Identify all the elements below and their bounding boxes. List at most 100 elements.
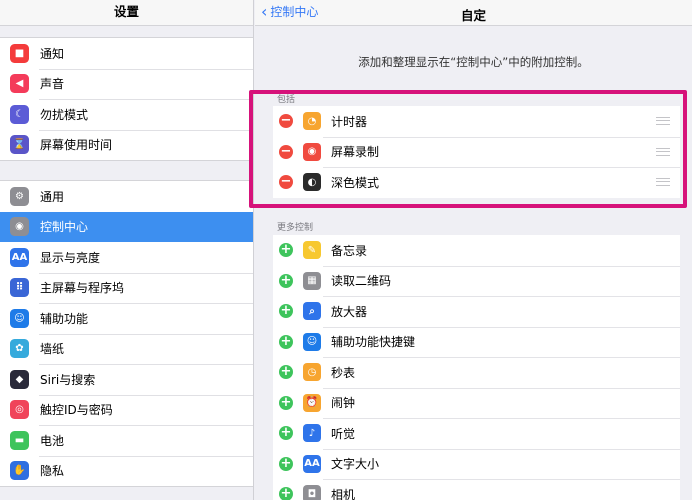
more-control-row: + AA 文字大小: [273, 448, 680, 480]
included-control-row: − ◔ 计时器: [273, 106, 680, 137]
wallpaper-icon: ✿: [10, 339, 29, 359]
sidebar-item-label: 电池: [40, 433, 65, 448]
control-label: 秒表: [331, 365, 356, 380]
hearing-icon: ♪: [303, 424, 321, 443]
add-button[interactable]: +: [279, 365, 293, 380]
sidebar-item[interactable]: ⌛ 屏幕使用时间: [0, 129, 253, 160]
remove-button[interactable]: −: [279, 114, 293, 129]
control-label: 读取二维码: [331, 274, 392, 289]
control-center-icon: ◉: [10, 217, 29, 237]
sidebar-group-2: ⚙ 通用 ◉ 控制中心 AA 显示与亮度 ⠿ 主屏幕与程序坞 ☺ 辅助功能 ✿ 墙纸 ◆ Siri与搜索 ◎…: [0, 180, 253, 487]
timer-icon: ◔: [303, 112, 321, 131]
reorder-handle-icon[interactable]: [656, 117, 670, 125]
included-controls: − ◔ 计时器 − ◉ 屏幕录制 − ◐ 深色模式: [273, 106, 680, 198]
remove-button[interactable]: −: [279, 144, 293, 159]
page-title: 自定: [460, 8, 486, 23]
sidebar-item-label: 主屏幕与程序坞: [40, 281, 125, 296]
more-control-row: + ⏰ 闹钟: [273, 387, 680, 419]
sidebar-item-label: 勿扰模式: [40, 107, 89, 122]
more-controls: + ✎ 备忘录 + ▦ 读取二维码 + ⌕ 放大器 + ☺ 辅助功能快捷键 + ◷ 秒表 + ⏰ 闹钟 + ♪ 听觉 + A…: [273, 235, 680, 500]
control-label: 放大器: [331, 304, 368, 319]
section-label-more: 更多控制: [277, 223, 314, 233]
siri-icon: ◆: [10, 369, 29, 389]
sidebar-item[interactable]: ◀ 声音: [0, 68, 253, 99]
sidebar-item-label: 通知: [40, 46, 65, 61]
sidebar-item-label: 隐私: [40, 464, 65, 479]
gear-icon: ⚙: [10, 186, 29, 206]
dark-mode-icon: ◐: [303, 173, 321, 192]
sidebar-item[interactable]: ⠿ 主屏幕与程序坞: [0, 272, 253, 303]
add-button[interactable]: +: [279, 395, 293, 410]
sidebar-title: 设置: [0, 0, 253, 26]
control-label: 听觉: [331, 426, 356, 441]
section-label-include: 包括: [277, 95, 296, 105]
text-size-icon: AA: [303, 454, 321, 473]
add-button[interactable]: +: [279, 456, 293, 471]
sidebar-item-label: 触控ID与密码: [40, 403, 113, 418]
display-icon: AA: [10, 247, 29, 267]
add-button[interactable]: +: [279, 334, 293, 349]
add-button[interactable]: +: [279, 426, 293, 441]
sidebar-item[interactable]: ◆ Siri与搜索: [0, 364, 253, 395]
sidebar-group-1: ■ 通知 ◀ 声音 ☾ 勿扰模式 ⌛ 屏幕使用时间: [0, 37, 253, 161]
sidebar-item[interactable]: ■ 通知: [0, 38, 253, 69]
sidebar-item[interactable]: ◎ 触控ID与密码: [0, 394, 253, 425]
add-button[interactable]: +: [279, 273, 293, 288]
accessibility-icon: ☺: [10, 308, 29, 328]
sidebar-item[interactable]: AA 显示与亮度: [0, 242, 253, 273]
hand-icon: ✋: [10, 461, 29, 481]
control-label: 备忘录: [331, 243, 368, 258]
settings-sidebar: 设置 ■ 通知 ◀ 声音 ☾ 勿扰模式 ⌛ 屏幕使用时间 ⚙ 通用 ◉ 控制中心 AA 显示与亮度 ⠿ 主屏…: [0, 0, 254, 500]
more-control-row: + ▦ 读取二维码: [273, 265, 680, 297]
more-control-row: + ◷ 秒表: [273, 357, 680, 388]
control-label: 相机: [331, 487, 356, 500]
alarm-icon: ⏰: [303, 393, 321, 412]
more-control-row: + ✎ 备忘录: [273, 235, 680, 266]
nav-bar: ‹ 控制中心 自定: [255, 0, 692, 26]
control-label: 文字大小: [331, 457, 380, 472]
control-label: 计时器: [331, 114, 368, 129]
stopwatch-icon: ◷: [303, 363, 321, 382]
customize-pane: ‹ 控制中心 自定 添加和整理显示在“控制中心”中的附加控制。 包括 − ◔ 计时器…: [255, 0, 692, 500]
sidebar-item-label: 显示与亮度: [40, 250, 101, 265]
sidebar-item-label: Siri与搜索: [40, 372, 96, 387]
more-control-row: + ☺ 辅助功能快捷键: [273, 326, 680, 358]
included-control-row: − ◐ 深色模式: [273, 167, 680, 198]
control-label: 深色模式: [331, 175, 380, 190]
more-control-row: + ⌕ 放大器: [273, 296, 680, 327]
hourglass-icon: ⌛: [10, 135, 29, 155]
add-button[interactable]: +: [279, 243, 293, 258]
sidebar-item-label: 控制中心: [40, 220, 89, 235]
control-label: 辅助功能快捷键: [331, 335, 416, 350]
sidebar-item[interactable]: ✿ 墙纸: [0, 333, 253, 364]
fingerprint-icon: ◎: [10, 400, 29, 420]
sidebar-item[interactable]: ☺ 辅助功能: [0, 303, 253, 334]
magnifier-icon: ⌕: [303, 302, 321, 321]
accessibility-shortcut-icon: ☺: [303, 332, 321, 351]
sidebar-item-label: 通用: [40, 189, 65, 204]
sidebar-item-label: 声音: [40, 77, 65, 92]
sidebar-item[interactable]: ◉ 控制中心: [0, 211, 253, 242]
sidebar-item[interactable]: ✋ 隐私: [0, 455, 253, 486]
moon-icon: ☾: [10, 104, 29, 124]
add-button[interactable]: +: [279, 304, 293, 319]
notifications-icon: ■: [10, 43, 29, 63]
battery-icon: ▬: [10, 430, 29, 450]
camera-icon: ◘: [303, 485, 321, 500]
sidebar-item[interactable]: ☾ 勿扰模式: [0, 99, 253, 130]
control-label: 屏幕录制: [331, 145, 380, 160]
sidebar-item-label: 墙纸: [40, 342, 65, 357]
more-control-row: + ◘ 相机: [273, 479, 680, 500]
sidebar-item[interactable]: ▬ 电池: [0, 425, 253, 456]
sidebar-item[interactable]: ⚙ 通用: [0, 181, 253, 212]
page-description: 添加和整理显示在“控制中心”中的附加控制。: [358, 55, 589, 69]
home-screen-icon: ⠿: [10, 278, 29, 298]
sidebar-item-label: 辅助功能: [40, 311, 89, 326]
reorder-handle-icon[interactable]: [656, 147, 670, 156]
reorder-handle-icon[interactable]: [656, 178, 670, 186]
notes-icon: ✎: [303, 241, 321, 260]
add-button[interactable]: +: [279, 487, 293, 500]
included-control-row: − ◉ 屏幕录制: [273, 136, 680, 168]
qr-code-icon: ▦: [303, 271, 321, 290]
remove-button[interactable]: −: [279, 175, 293, 190]
